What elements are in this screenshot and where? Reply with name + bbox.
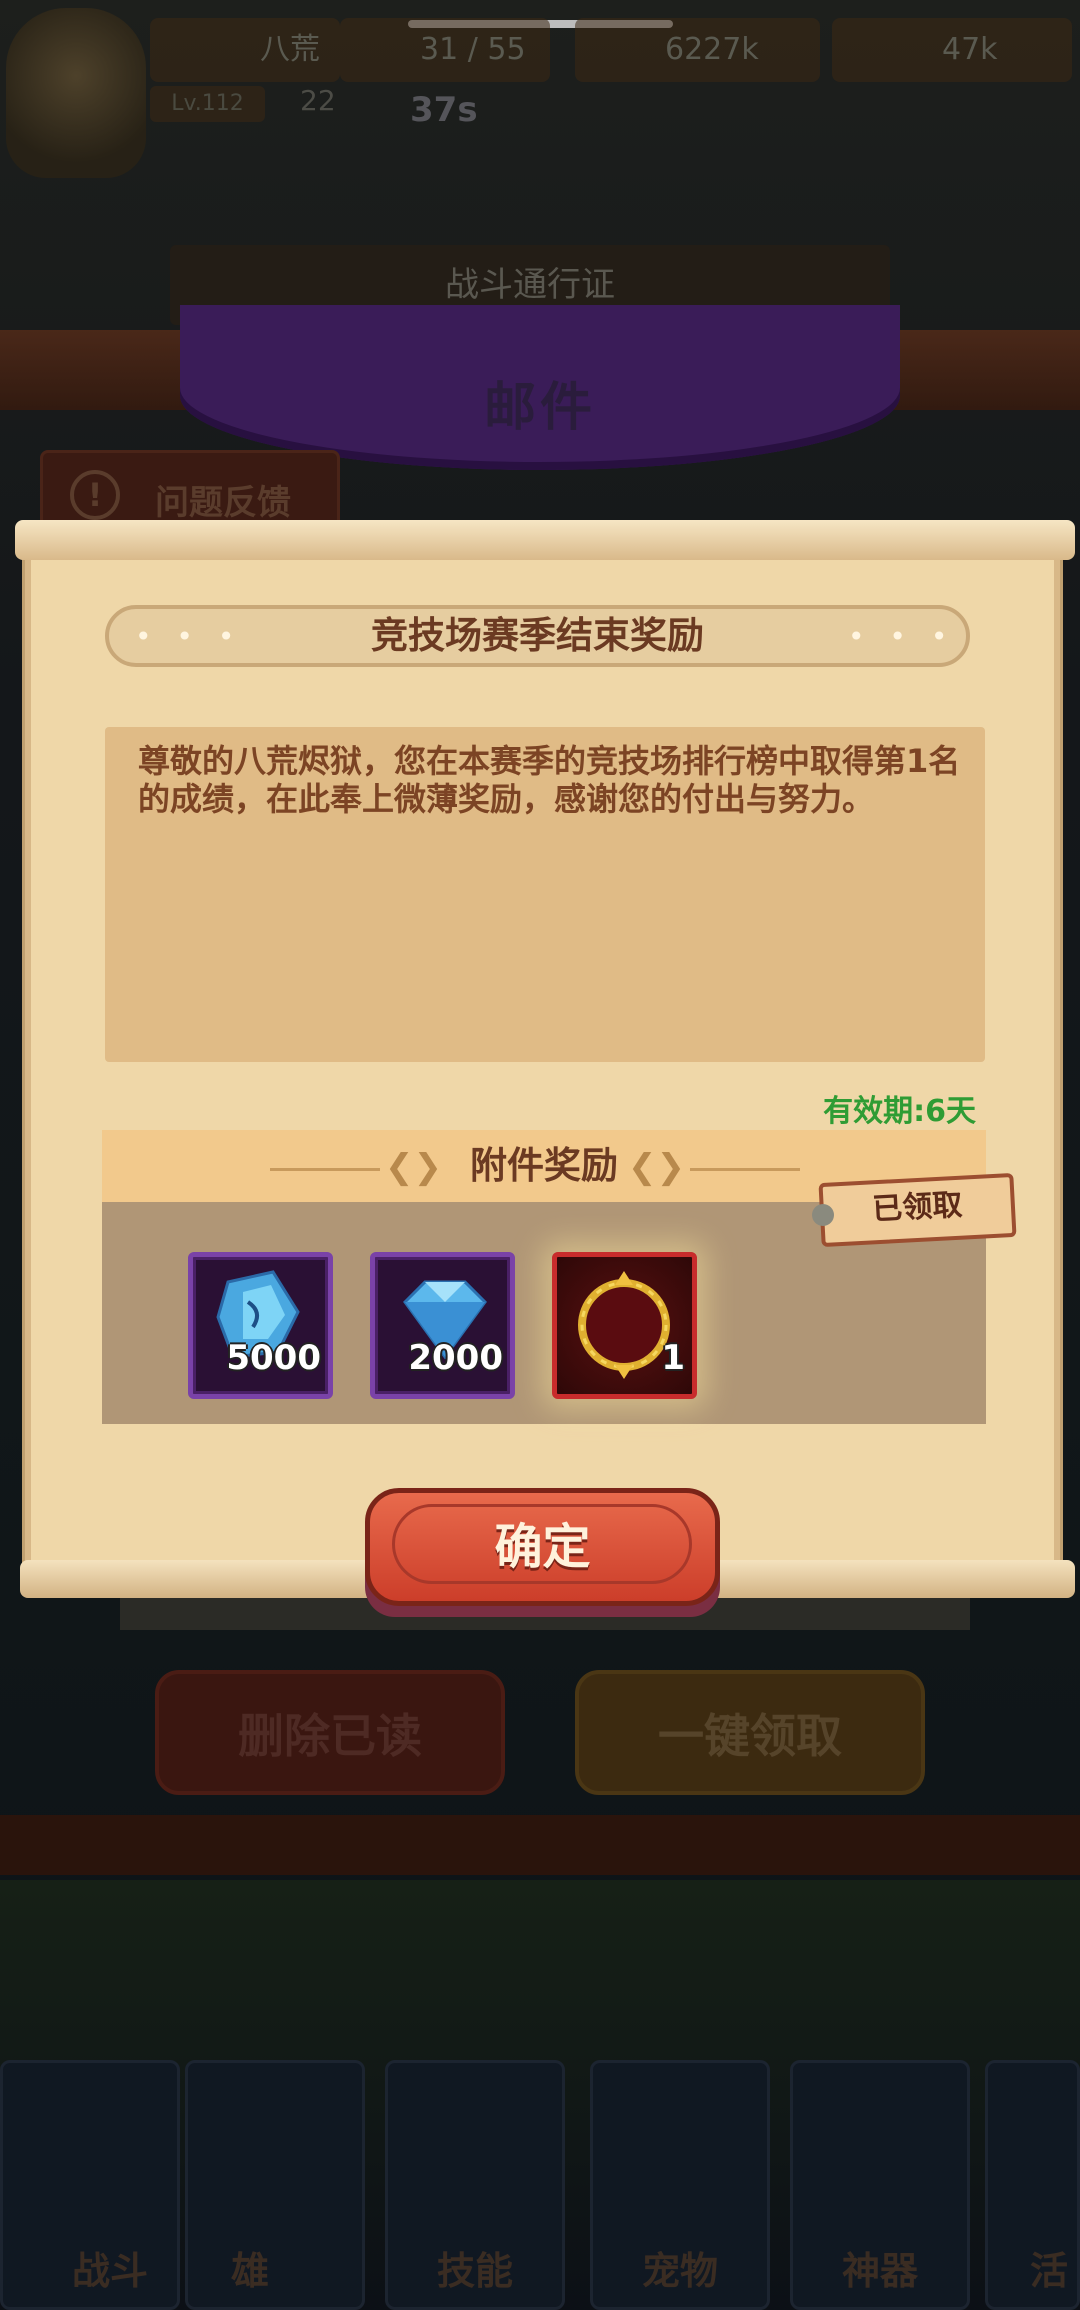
delete-read-button[interactable]: 删除已读 [155,1670,505,1795]
tab-label-events: 活 [1030,2249,1069,2293]
refresh-timer: 37s [410,90,478,130]
player-level: Lv.112 [150,86,265,122]
tab-label-skills: 技能 [436,2249,513,2293]
tab-label-battle: 战斗 [71,2249,148,2293]
claimed-label: 已领取 [871,1187,964,1228]
confirm-label[interactable]: 确定 [365,1488,720,1606]
player-name: 八荒 [150,18,340,82]
mail-title: 竞技场赛季结束奖励 [371,614,704,657]
stamina-counter[interactable]: 31 / 55 [340,18,550,82]
screen-title: 邮件 [483,378,596,438]
tab-label-artifacts: 神器 [841,2249,918,2293]
reward-count: 5000 [226,1338,321,1378]
reward-count: 1 [661,1338,685,1378]
expiry-label: 有效期:6天 [823,1094,976,1129]
exclamation-icon: ! [70,470,120,520]
player-avatar[interactable] [6,8,146,178]
mail-body-text: 尊敬的八荒烬狱，您在本赛季的竞技场排行榜中取得第1名的成绩，在此奉上微薄奖励，感… [138,742,961,818]
bottom-beam [0,1815,1080,1875]
mail-dialog [25,530,1060,1595]
claim-all-button[interactable]: 一键领取 [575,1670,925,1795]
power-value: 22 [300,84,336,117]
reward-count: 2000 [408,1338,503,1378]
gold-counter[interactable]: 6227k [575,18,820,82]
gem-counter[interactable]: 47k [832,18,1072,82]
tab-label-heroes: 雄 [230,2249,269,2293]
feedback-label: 问题反馈 [155,483,291,523]
scroll-top-edge [15,520,1075,560]
tab-label-pets: 宠物 [641,2249,718,2293]
